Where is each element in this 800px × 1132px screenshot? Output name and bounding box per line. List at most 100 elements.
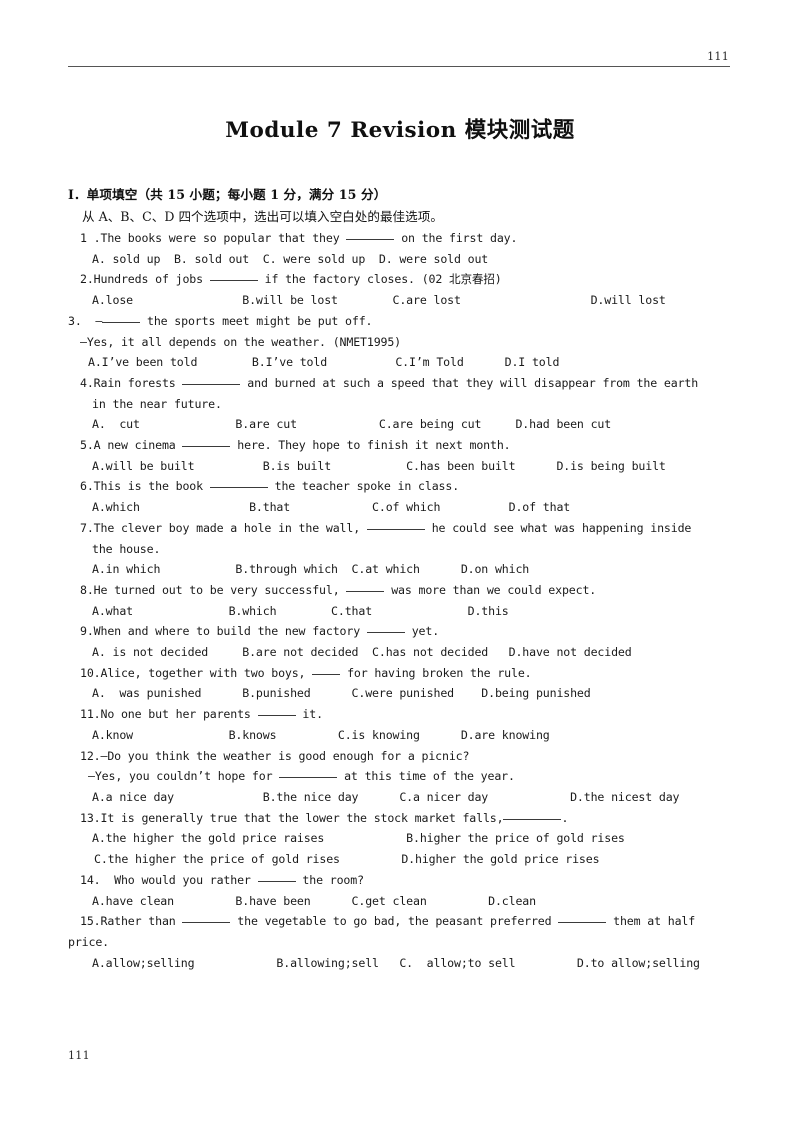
stem-text-before-blank: 7.The clever boy made a hole in the wall… bbox=[80, 520, 367, 535]
question-continuation: price. bbox=[68, 934, 109, 949]
answer-blank bbox=[102, 321, 141, 323]
stem-text-after-blank: if the factory closes. (02 北京春招) bbox=[257, 272, 502, 287]
question-options: A.in which B.through which C.at which D.… bbox=[92, 562, 530, 577]
continuation-text-before-blank: —Yes, you couldn’t hope for bbox=[88, 769, 280, 784]
question-options: A.have clean B.have been C.get clean D.c… bbox=[92, 893, 536, 908]
answer-blank-1 bbox=[182, 922, 231, 924]
question-stem: 5.A new cinema here. They hope to finish… bbox=[68, 435, 732, 456]
header-page-number: 111 bbox=[707, 50, 729, 63]
stem-text-after-blank: the teacher spoke in class. bbox=[267, 479, 460, 494]
question-options-line-2: C.the higher the price of gold rises D.h… bbox=[94, 852, 600, 867]
answer-blank bbox=[182, 446, 231, 448]
stem-text-before-blank: 14. Who would you rather bbox=[80, 872, 258, 887]
answer-blank bbox=[346, 590, 385, 592]
question-7: 7.The clever boy made a hole in the wall… bbox=[68, 518, 732, 580]
question-8: 8.He turned out to be very successful, w… bbox=[68, 580, 732, 621]
question-options: A.allow;selling B.allowing;sell C. allow… bbox=[92, 955, 700, 970]
document-page: 111 Module 7 Revision 模块测试题 I．单项填空（共 15 … bbox=[0, 0, 800, 1132]
stem-text-before-blank: 15.Rather than bbox=[80, 914, 183, 929]
stem-text-before-blank: 6.This is the book bbox=[80, 479, 210, 494]
answer-blank bbox=[182, 383, 241, 385]
question-12: 12.—Do you think the weather is good eno… bbox=[68, 746, 732, 808]
question-stem: 11.No one but her parents it. bbox=[68, 704, 732, 725]
stem-text-between-blanks: the vegetable to go bad, the peasant pre… bbox=[230, 914, 559, 929]
question-stem: 10.Alice, together with two boys, for ha… bbox=[68, 663, 732, 684]
stem-text-before-blank: 10.Alice, together with two boys, bbox=[80, 665, 313, 680]
stem-text-before-blank: 11.No one but her parents bbox=[80, 707, 258, 722]
question-stem: 13.It is generally true that the lower t… bbox=[68, 808, 732, 829]
document-body: I．单项填空（共 15 小题；每小题 1 分，满分 15 分） 从 A、B、C、… bbox=[68, 184, 732, 973]
stem-text-after-blank: . bbox=[561, 810, 569, 825]
stem-text-before-blank: 4.Rain forests bbox=[80, 375, 183, 390]
answer-blank-2 bbox=[558, 922, 607, 924]
question-options: A.lose B.will be lost C.are lost D.will … bbox=[92, 293, 666, 308]
answer-blank bbox=[257, 880, 296, 882]
stem-text-after-blank: it. bbox=[295, 707, 323, 722]
stem-text-before-blank: 5.A new cinema bbox=[80, 438, 183, 453]
stem-text-after-blank: and burned at such a speed that they wil… bbox=[240, 375, 699, 390]
question-continuation: in the near future. bbox=[92, 396, 222, 411]
stem-text-after-blank: here. They hope to finish it next month. bbox=[230, 438, 511, 453]
question-2: 2.Hundreds of jobs if the factory closes… bbox=[68, 269, 732, 310]
stem-text-after-blank: on the first day. bbox=[394, 231, 518, 245]
section-instruction: 从 A、B、C、D 四个选项中，选出可以填入空白处的最佳选项。 bbox=[82, 209, 443, 224]
question-3: 3. — the sports meet might be put off. —… bbox=[68, 311, 732, 373]
question-stem: 4.Rain forests and burned at such a spee… bbox=[68, 373, 732, 394]
question-options: A. sold up B. sold out C. were sold up D… bbox=[92, 251, 489, 266]
question-5: 5.A new cinema here. They hope to finish… bbox=[68, 435, 732, 476]
stem-text-before-blank: 1 .The books were so popular that they bbox=[80, 231, 347, 245]
question-options: A. was punished B.punished C.were punish… bbox=[92, 686, 591, 701]
question-10: 10.Alice, together with two boys, for ha… bbox=[68, 663, 732, 704]
stem-text-after-blank: the sports meet might be put off. bbox=[140, 313, 373, 328]
question-options: A.know B.knows C.is knowing D.are knowin… bbox=[92, 727, 550, 742]
question-continuation: —Yes, you couldn’t hope for at this time… bbox=[68, 766, 732, 787]
stem-text-after-blank: them at half bbox=[606, 914, 696, 929]
question-stem: 2.Hundreds of jobs if the factory closes… bbox=[68, 269, 732, 290]
question-options-line-1: A.the higher the gold price raises B.hig… bbox=[92, 831, 625, 846]
question-14: 14. Who would you rather the room? A.hav… bbox=[68, 870, 732, 911]
question-9: 9.When and where to build the new factor… bbox=[68, 621, 732, 662]
answer-blank bbox=[366, 528, 425, 530]
stem-text-after-blank: was more than we could expect. bbox=[384, 582, 597, 597]
answer-blank bbox=[503, 818, 562, 820]
stem-text-after-blank: he could see what was happening inside bbox=[424, 520, 692, 535]
question-stem: 6.This is the book the teacher spoke in … bbox=[68, 476, 732, 497]
question-options: A.will be built B.is built C.has been bu… bbox=[92, 458, 666, 473]
question-stem: 9.When and where to build the new factor… bbox=[68, 621, 732, 642]
question-stem: 15.Rather than the vegetable to go bad, … bbox=[68, 911, 732, 932]
question-options: A.which B.that C.of which D.of that bbox=[92, 500, 571, 515]
answer-blank bbox=[209, 280, 258, 282]
stem-text-before-blank: 9.When and where to build the new factor… bbox=[80, 624, 367, 639]
section-heading: I．单项填空（共 15 小题；每小题 1 分，满分 15 分） bbox=[68, 187, 387, 202]
answer-blank bbox=[312, 673, 341, 675]
question-stem: 8.He turned out to be very successful, w… bbox=[68, 580, 732, 601]
question-options: A.what B.which C.that D.this bbox=[92, 603, 509, 618]
stem-text-before-blank: 13.It is generally true that the lower t… bbox=[80, 810, 504, 825]
question-stem: 12.—Do you think the weather is good eno… bbox=[80, 748, 470, 763]
question-options: A. is not decided B.are not decided C.ha… bbox=[92, 645, 632, 660]
question-11: 11.No one but her parents it. A.know B.k… bbox=[68, 704, 732, 745]
question-15: 15.Rather than the vegetable to go bad, … bbox=[68, 911, 732, 973]
question-options: A.I’ve been told B.I’ve told C.I’m Told … bbox=[88, 355, 560, 370]
answer-blank bbox=[366, 632, 405, 634]
question-continuation: —Yes, it all depends on the weather. (NM… bbox=[80, 334, 402, 349]
question-options: A. cut B.are cut C.are being cut D.had b… bbox=[92, 417, 612, 432]
question-6: 6.This is the book the teacher spoke in … bbox=[68, 476, 732, 517]
question-continuation: the house. bbox=[92, 541, 161, 556]
stem-text-before-blank: 3. — bbox=[68, 313, 103, 328]
answer-blank bbox=[257, 715, 296, 717]
page-title: Module 7 Revision 模块测试题 bbox=[225, 118, 575, 143]
footer-page-number: 111 bbox=[68, 1049, 90, 1062]
question-stem: 3. — the sports meet might be put off. bbox=[68, 311, 732, 332]
page-header: 111 bbox=[68, 50, 730, 67]
answer-blank bbox=[209, 487, 268, 489]
question-1: 1 .The books were so popular that they o… bbox=[68, 228, 732, 269]
continuation-text-after-blank: at this time of the year. bbox=[337, 769, 515, 784]
answer-blank bbox=[279, 777, 338, 779]
header-rule bbox=[68, 66, 730, 67]
stem-text-before-blank: 8.He turned out to be very successful, bbox=[80, 582, 347, 597]
question-13: 13.It is generally true that the lower t… bbox=[68, 808, 732, 870]
question-stem: 1 .The books were so popular that they o… bbox=[68, 228, 732, 249]
stem-text-before-blank: 2.Hundreds of jobs bbox=[80, 272, 210, 287]
question-stem: 7.The clever boy made a hole in the wall… bbox=[68, 518, 732, 539]
